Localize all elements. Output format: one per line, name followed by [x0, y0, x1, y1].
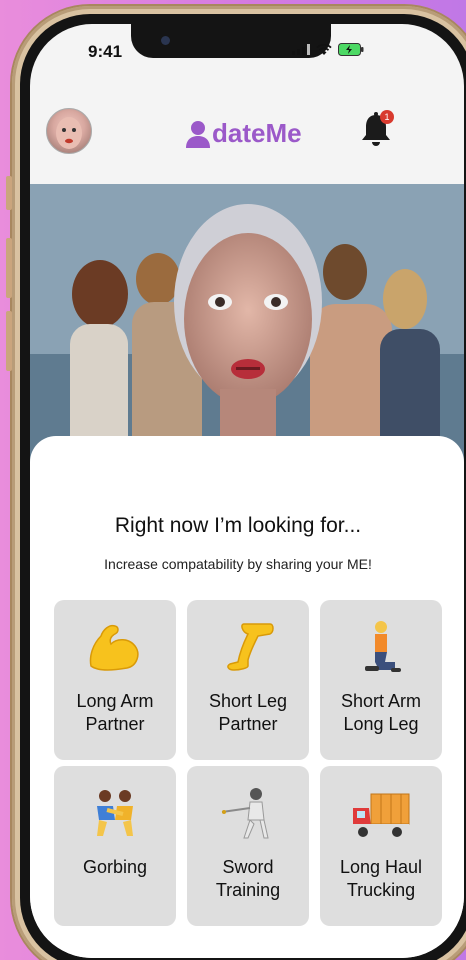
screen: 9:41 dateMe 1 Right now I’m looking for.…	[30, 24, 464, 958]
phone-bezel: 9:41 dateMe 1 Right now I’m looking for.…	[20, 14, 466, 960]
phone-frame: 9:41 dateMe 1 Right now I’m looking for.…	[6, 6, 466, 960]
preference-sheet: Right now I’m looking for... Increase co…	[30, 436, 464, 958]
option-sword-training[interactable]: Sword Training	[187, 766, 309, 926]
sheet-subtitle: Increase compatability by sharing your M…	[104, 556, 372, 572]
option-label: Short Leg Partner	[208, 691, 288, 734]
brand-name: dateMe	[212, 118, 302, 148]
app-header: dateMe 1	[30, 94, 464, 184]
sheet-title: Right now I’m looking for...	[114, 514, 362, 537]
leg-icon	[216, 616, 280, 680]
option-label: Sword Training	[215, 857, 281, 900]
wifi-icon	[316, 43, 332, 55]
option-label: Long Haul Trucking	[339, 857, 423, 900]
mute-switch	[6, 176, 12, 210]
brand-logo: dateMe	[184, 118, 302, 149]
avatar[interactable]	[46, 108, 92, 154]
person-logo-icon	[186, 121, 210, 148]
front-camera	[161, 36, 170, 45]
fencer-icon	[216, 782, 280, 846]
option-label: Long Arm Partner	[76, 691, 154, 734]
volume-up-button	[6, 238, 12, 298]
notifications-button[interactable]: 1	[358, 110, 394, 150]
kneeling-person-icon	[349, 616, 413, 680]
status-time: 9:41	[88, 42, 123, 61]
volume-down-button	[6, 311, 12, 371]
wrestlers-icon	[83, 782, 147, 846]
signal-icon	[292, 44, 310, 55]
option-short-arm-long-leg[interactable]: Short Arm Long Leg	[320, 600, 442, 760]
option-label: Short Arm Long Leg	[340, 691, 422, 734]
delivery-truck-icon	[349, 782, 413, 846]
option-long-arm-partner[interactable]: Long Arm Partner	[54, 600, 176, 760]
flexed-biceps-icon	[83, 616, 147, 680]
profile-face-icon	[56, 117, 82, 149]
notification-badge: 1	[380, 110, 394, 124]
option-gorbing[interactable]: Gorbing	[54, 766, 176, 926]
option-label: Gorbing	[82, 857, 148, 877]
option-long-haul-trucking[interactable]: Long Haul Trucking	[320, 766, 442, 926]
option-short-leg-partner[interactable]: Short Leg Partner	[187, 600, 309, 760]
options-grid: Long Arm Partner Short Leg Partner Short…	[54, 600, 442, 926]
status-icons	[292, 43, 364, 56]
battery-charging-icon	[338, 43, 364, 56]
